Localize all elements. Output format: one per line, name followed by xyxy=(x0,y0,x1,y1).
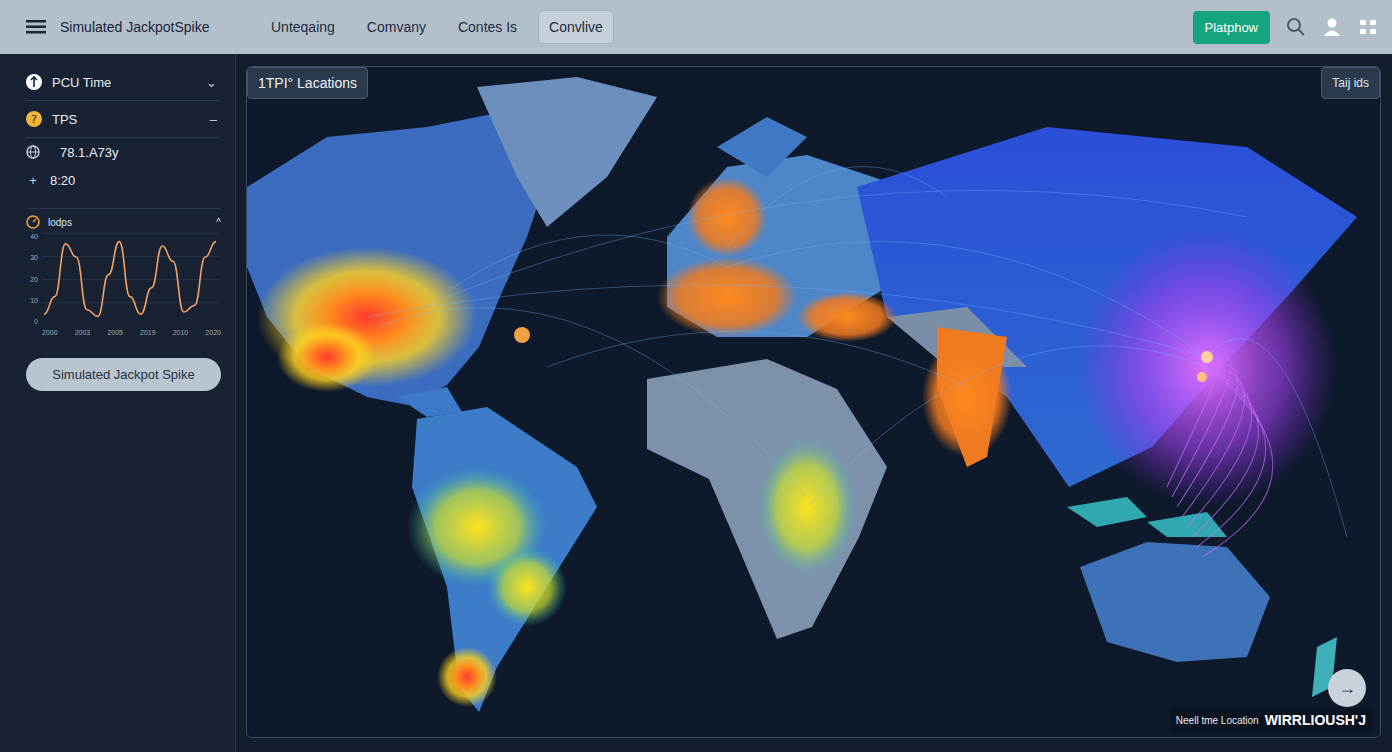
top-bar: Simulated JackpotSpike Unteqaing Comvany Co… xyxy=(0,0,1392,54)
y-tick: 10 xyxy=(26,297,38,304)
x-tick: 2010 xyxy=(173,329,189,336)
y-tick: 40 xyxy=(26,233,38,240)
app-title: Simulated JackpotSpike xyxy=(60,19,209,35)
stat-row: +8:20 xyxy=(26,166,221,194)
x-tick: 2000 xyxy=(42,329,58,336)
next-button[interactable]: → xyxy=(1328,669,1366,707)
corner-button[interactable]: Taij ids xyxy=(1321,67,1380,99)
sidebar: PCU Time ⌄? TPS– 78.1.A73y +8:20 lodps ^ 40 30 20… xyxy=(0,54,236,752)
brand: Simulated JackpotSpike xyxy=(26,19,246,35)
y-tick: 0 xyxy=(26,318,38,325)
toggle[interactable]: ⌄ xyxy=(206,75,221,90)
nav-item[interactable]: Contes Is xyxy=(447,10,528,44)
chart-toggle[interactable]: ^ xyxy=(216,217,221,228)
series-line xyxy=(44,242,216,317)
user-icon[interactable] xyxy=(1322,17,1342,37)
nav-item[interactable]: Unteqaing xyxy=(260,10,346,44)
primary-button[interactable]: Platphow xyxy=(1193,11,1270,44)
y-axis: 40 30 20 10 0 xyxy=(26,233,38,325)
gauge-icon xyxy=(26,215,40,229)
x-axis: 2000 2003 2005 2019 2010 2020 xyxy=(26,329,221,336)
sidebar-item[interactable]: PCU Time ⌄ xyxy=(26,64,221,101)
menu-icon xyxy=(26,19,46,35)
item-label: TPS xyxy=(52,112,200,127)
y-tick: 20 xyxy=(26,276,38,283)
x-tick: 2005 xyxy=(107,329,123,336)
stat-value: 78.1.A73y xyxy=(60,145,119,160)
x-tick: 2019 xyxy=(140,329,156,336)
clock-icon xyxy=(26,74,42,90)
main-area: 1TPI° Lacations Taij ids Neell tme Locatio… xyxy=(236,54,1392,752)
svg-text:?: ? xyxy=(31,113,37,126)
map-footer: Neell tme Location WIRRLIOUSH'J xyxy=(1170,709,1372,731)
content: PCU Time ⌄? TPS– 78.1.A73y +8:20 lodps ^ 40 30 20… xyxy=(0,54,1392,752)
chart-header: lodps ^ xyxy=(26,208,221,229)
line-chart: 40 30 20 10 0 xyxy=(26,233,221,325)
footer-label: Neell tme Location xyxy=(1176,715,1259,726)
sidebar-item[interactable]: ? TPS– xyxy=(26,101,221,138)
toggle[interactable]: – xyxy=(210,112,221,127)
nav-item[interactable]: Comvany xyxy=(356,10,437,44)
search-icon[interactable] xyxy=(1286,17,1306,37)
stat-sign: + xyxy=(26,173,40,188)
chart-title: lodps xyxy=(48,217,208,228)
settings-icon[interactable] xyxy=(1358,17,1378,37)
alert-icon: ? xyxy=(26,111,42,127)
stat-row: 78.1.A73y xyxy=(26,138,221,166)
globe-icon xyxy=(26,145,40,159)
x-tick: 2003 xyxy=(75,329,91,336)
map-title: 1TPI° Lacations xyxy=(247,67,368,99)
nav-item[interactable]: Convlive xyxy=(538,10,614,44)
header-actions: Platphow xyxy=(1193,11,1378,44)
x-tick: 2020 xyxy=(205,329,221,336)
item-label: PCU Time xyxy=(52,75,196,90)
stat-value: 8:20 xyxy=(50,173,75,188)
brand-logo: WIRRLIOUSH'J xyxy=(1265,712,1366,728)
y-tick: 30 xyxy=(26,254,38,261)
spike-button[interactable]: Simulated Jackpot Spike xyxy=(26,358,221,391)
chart-plot xyxy=(42,233,218,325)
map-panel: 1TPI° Lacations Taij ids Neell tme Locatio… xyxy=(246,66,1381,738)
world-map[interactable] xyxy=(247,67,1380,737)
nav-bar: Unteqaing Comvany Contes Is Convlive xyxy=(260,10,1179,44)
